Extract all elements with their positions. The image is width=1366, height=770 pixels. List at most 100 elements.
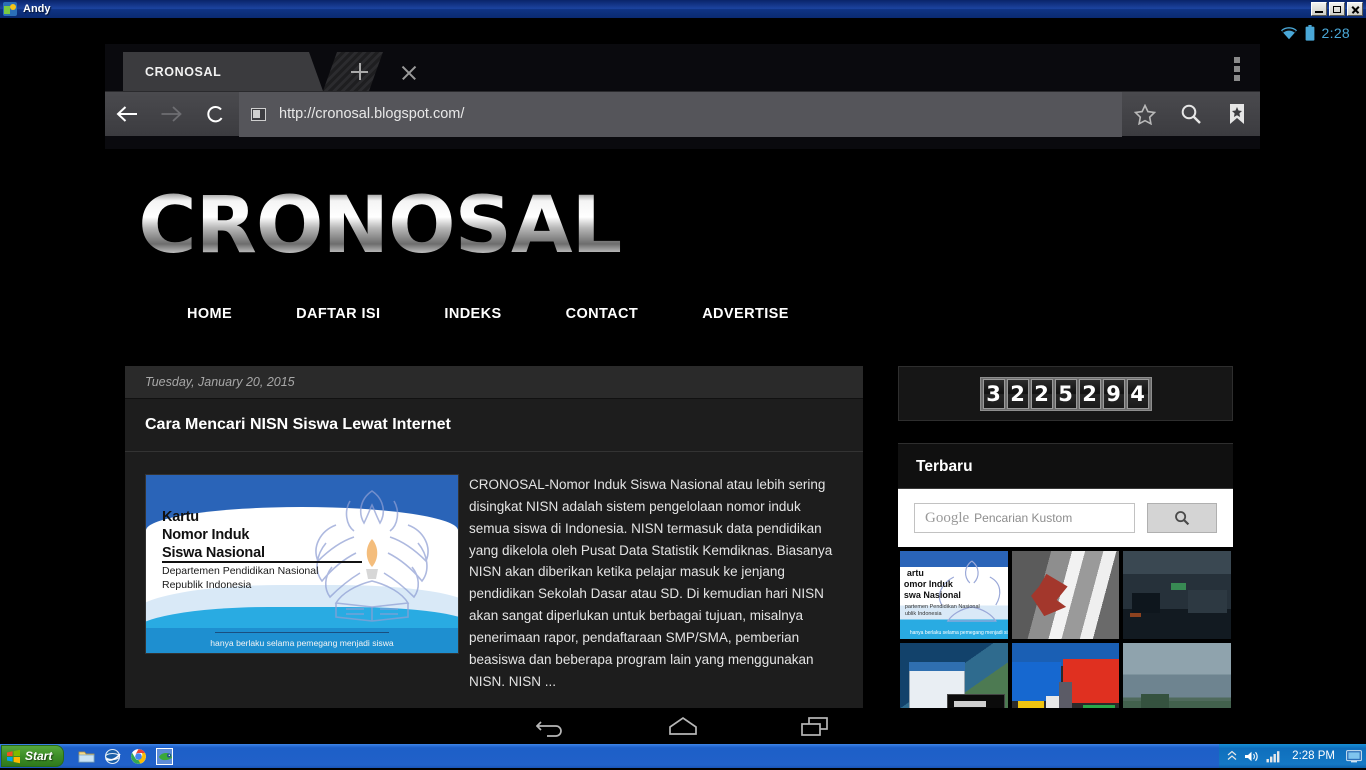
- search-icon[interactable]: [1168, 92, 1214, 137]
- android-screen: 2:28 CRONOSAL: [0, 18, 1366, 744]
- star-icon[interactable]: [1122, 92, 1168, 137]
- plus-icon: [351, 63, 368, 80]
- taskbar-clock[interactable]: 2:28 PM: [1292, 750, 1335, 762]
- custom-search-row: Google Pencarian Kustom: [914, 503, 1217, 533]
- visitor-counter-widget: 3 2 2 5 2 9 4: [898, 366, 1233, 421]
- url-input[interactable]: http://cronosal.blogspot.com/: [239, 92, 1122, 137]
- android-back-icon[interactable]: [528, 708, 574, 744]
- page-icon: [251, 108, 266, 121]
- overflow-menu-icon[interactable]: [1234, 57, 1240, 84]
- svg-text:ublik Indonesia: ublik Indonesia: [905, 611, 943, 617]
- taskbar-andy-icon[interactable]: [156, 748, 173, 765]
- nav-advertise[interactable]: ADVERTISE: [670, 306, 821, 322]
- browser-tab-cronosal[interactable]: CRONOSAL: [123, 52, 323, 91]
- post-title-container: Cara Mencari NISN Siswa Lewat Internet: [125, 399, 863, 452]
- quick-launch-bar: [78, 748, 173, 765]
- kartu-divider: [162, 561, 362, 563]
- svg-text:artu: artu: [907, 568, 924, 578]
- svg-text:partemen Pendidikan Nasional: partemen Pendidikan Nasional: [905, 604, 980, 610]
- custom-search-panel: Google Pencarian Kustom: [898, 489, 1233, 547]
- nav-home[interactable]: HOME: [155, 306, 264, 322]
- wifi-icon: [1280, 26, 1298, 40]
- window-title: Andy: [23, 3, 51, 15]
- thumb-colorful-blocks[interactable]: [1012, 643, 1120, 709]
- android-home-icon[interactable]: [660, 708, 706, 744]
- post-thumbnail-image[interactable]: Kartu Nomor Induk Siswa Nasional Departe…: [145, 474, 459, 654]
- bookmark-flag-icon[interactable]: [1214, 92, 1260, 137]
- site-logo: CRONOSAL: [138, 181, 621, 271]
- android-navigation-bar: [0, 708, 1366, 744]
- thumb-game-city[interactable]: [1123, 551, 1231, 639]
- nav-contact[interactable]: CONTACT: [534, 306, 671, 322]
- browser-chrome: CRONOSAL: [105, 44, 1260, 149]
- windows-logo-icon: [6, 749, 21, 764]
- status-bar-clock: 2:28: [1322, 25, 1350, 41]
- thumb-desktop-window[interactable]: [900, 643, 1008, 709]
- tut-wuri-handayani-logo: [302, 485, 442, 635]
- volume-icon[interactable]: [1244, 750, 1259, 763]
- minimize-button[interactable]: [1311, 2, 1327, 16]
- kartu-line-1: Kartu: [162, 509, 265, 527]
- browser-toolbar: http://cronosal.blogspot.com/: [105, 91, 1260, 136]
- thumb-kartu-nisn[interactable]: artu omor Induk swa Nasional partemen Pe…: [900, 551, 1008, 639]
- kartu-subtitle: Departemen Pendidikan Nasional Republik …: [162, 565, 318, 592]
- search-submit-button[interactable]: [1147, 503, 1217, 533]
- new-tab-button[interactable]: [323, 52, 383, 91]
- site-nav-menu: HOME DAFTAR ISI INDEKS CONTACT ADVERTISE: [155, 306, 821, 322]
- andy-emulator-icon: [3, 2, 17, 16]
- counter-digit: 4: [1127, 379, 1149, 409]
- android-recents-icon[interactable]: [792, 708, 838, 744]
- counter-digit: 5: [1055, 379, 1077, 409]
- kartu-footer-note: hanya berlaku selama pemegang menjadi si…: [146, 638, 458, 648]
- system-tray: 2:28 PM: [1219, 744, 1366, 768]
- search-input[interactable]: Google Pencarian Kustom: [914, 503, 1135, 533]
- thumb-game-robot[interactable]: [1012, 551, 1120, 639]
- kartu-sub-2: Republik Indonesia: [162, 579, 318, 593]
- taskbar-ie-icon[interactable]: [104, 748, 121, 765]
- post-excerpt: CRONOSAL-Nomor Induk Siswa Nasional atau…: [459, 474, 843, 693]
- counter-digit: 3: [983, 379, 1005, 409]
- kartu-heading: Kartu Nomor Induk Siswa Nasional: [162, 509, 265, 563]
- nav-indeks[interactable]: INDEKS: [412, 306, 533, 322]
- counter-digit: 2: [1007, 379, 1029, 409]
- terbaru-widget-header: Terbaru: [898, 443, 1233, 489]
- kartu-sub-1: Departemen Pendidikan Nasional: [162, 565, 318, 579]
- browser-tab-title: CRONOSAL: [145, 65, 221, 79]
- reload-icon[interactable]: [193, 92, 237, 137]
- browser-tab-strip: CRONOSAL: [105, 44, 1260, 91]
- start-label: Start: [25, 749, 52, 763]
- recent-posts-thumbnail-grid: artu omor Induk swa Nasional partemen Pe…: [898, 547, 1233, 709]
- web-page-content: CRONOSAL HOME DAFTAR ISI INDEKS CONTACT …: [105, 149, 1260, 709]
- kartu-footer-divider: [215, 632, 390, 633]
- chevron-up-icon[interactable]: [1227, 750, 1237, 762]
- svg-text:hanya berlaku selama pemegang: hanya berlaku selama pemegang menjadi si…: [910, 630, 1008, 636]
- sidebar-column: 3 2 2 5 2 9 4 Terbaru Google Pencarian K…: [898, 366, 1233, 709]
- window-controls: [1311, 2, 1366, 16]
- maximize-button[interactable]: [1329, 2, 1345, 16]
- post-title[interactable]: Cara Mencari NISN Siswa Lewat Internet: [145, 416, 451, 433]
- search-placeholder: Pencarian Kustom: [974, 511, 1072, 525]
- thumb-underwater[interactable]: [1123, 643, 1231, 709]
- terbaru-widget-title: Terbaru: [916, 458, 973, 475]
- visitor-counter: 3 2 2 5 2 9 4: [980, 377, 1152, 411]
- post-body: Kartu Nomor Induk Siswa Nasional Departe…: [125, 452, 863, 709]
- kartu-line-2: Nomor Induk: [162, 527, 265, 545]
- google-wordmark: Google: [925, 510, 969, 527]
- counter-digit: 9: [1103, 379, 1125, 409]
- windows-taskbar: Start: [0, 744, 1366, 768]
- monitor-icon[interactable]: [1346, 750, 1362, 763]
- url-text: http://cronosal.blogspot.com/: [279, 106, 464, 122]
- battery-icon: [1305, 25, 1315, 41]
- taskbar-chrome-icon[interactable]: [130, 748, 147, 765]
- start-button[interactable]: Start: [1, 745, 64, 767]
- close-icon[interactable]: [400, 64, 418, 82]
- counter-digit: 2: [1079, 379, 1101, 409]
- signal-bars-icon[interactable]: [1266, 750, 1281, 763]
- forward-arrow-icon[interactable]: [149, 92, 193, 137]
- back-arrow-icon[interactable]: [105, 92, 149, 137]
- taskbar-folder-icon[interactable]: [78, 748, 95, 765]
- svg-text:omor Induk: omor Induk: [904, 579, 954, 589]
- close-button[interactable]: [1347, 2, 1363, 16]
- nav-daftar-isi[interactable]: DAFTAR ISI: [264, 306, 412, 322]
- search-icon: [1174, 510, 1190, 526]
